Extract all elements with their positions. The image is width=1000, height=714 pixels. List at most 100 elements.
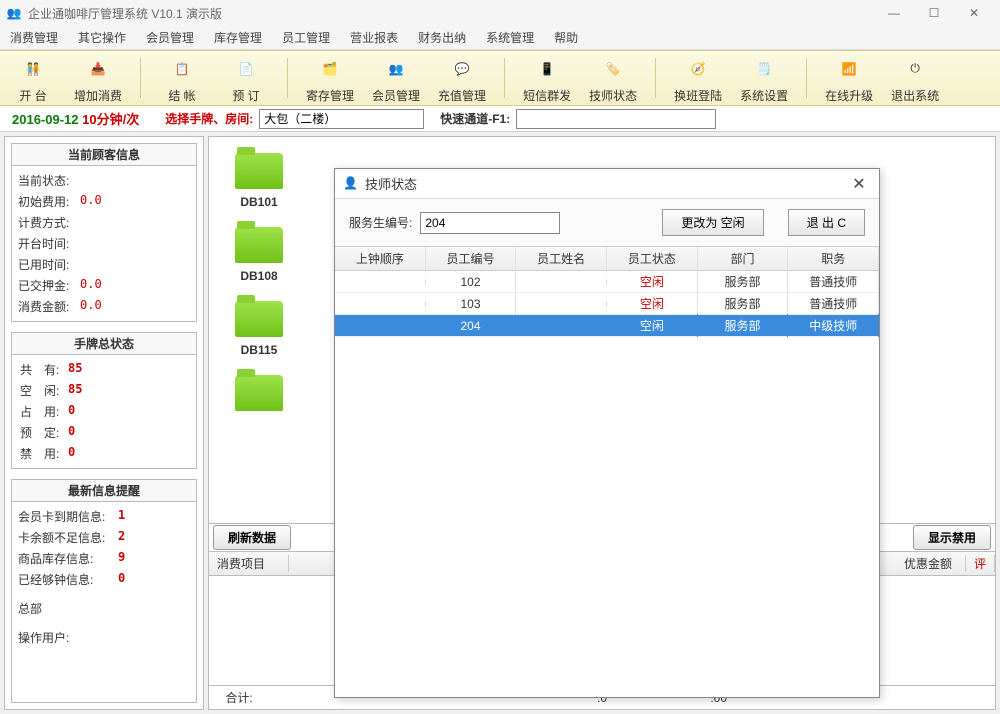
tool-button[interactable]: 💬 充值管理 (438, 53, 486, 104)
filter-row: 2016-09-12 10分钟/次 选择手牌、房间: 快速通道-F1: (0, 106, 1000, 132)
refresh-button[interactable]: 刷新数据 (213, 525, 291, 550)
folder-icon (235, 301, 283, 337)
tool-icon: 📋 (166, 53, 198, 85)
table-col: 部门 (698, 247, 789, 270)
left-panel: 当前顾客信息 当前状态:初始费用:0.0计费方式:开台时间:已用时间:已交押金:… (4, 136, 204, 710)
tool-icon: 💬 (446, 53, 478, 85)
dialog-icon: 👤 (343, 176, 359, 192)
table-col: 员工状态 (607, 247, 698, 270)
room-folder[interactable]: DB115 (229, 301, 289, 357)
menu-item[interactable]: 库存管理 (210, 27, 266, 48)
tool-button[interactable]: 🏷️ 技师状态 (589, 53, 637, 104)
tool-button[interactable]: 🗒️ 系统设置 (740, 53, 788, 104)
guest-info-title: 当前顾客信息 (12, 144, 196, 166)
waiter-id-label: 服务生编号: (349, 214, 412, 231)
folder-icon (235, 153, 283, 189)
window-title: 企业通咖啡厅管理系统 V10.1 演示版 (28, 5, 874, 22)
tool-button[interactable]: ⏻ 退出系统 (891, 53, 939, 104)
col-review: 评 (966, 555, 995, 572)
folder-icon (235, 375, 283, 411)
room-select[interactable] (259, 109, 424, 129)
dialog-close-button[interactable]: ✕ (847, 172, 871, 196)
technician-table: 上钟顺序员工编号员工姓名员工状态部门职务 102空闲服务部普通技师103空闲服务… (335, 247, 879, 697)
change-to-idle-button[interactable]: 更改为 空闲 (662, 209, 763, 236)
status-panel: 手牌总状态 共有:85空闲:85占用:0预定:0禁用:0 (11, 332, 197, 469)
tool-button[interactable]: 👥会员管理 (372, 53, 420, 104)
tool-label: 系统设置 (740, 87, 788, 104)
guest-info-row: 开台时间: (18, 233, 190, 254)
guest-info-row: 当前状态: (18, 170, 190, 191)
tool-button[interactable]: 🗂️ 寄存管理 (306, 53, 354, 104)
tool-icon: 👥 (380, 53, 412, 85)
tool-button[interactable]: 📥增加消费 (74, 53, 122, 104)
window-titlebar: 👥 企业通咖啡厅管理系统 V10.1 演示版 — ☐ ✕ (0, 0, 1000, 26)
alert-row: 已经够钟信息:0 (18, 569, 190, 590)
quick-channel-input[interactable] (516, 109, 716, 129)
tool-label: 技师状态 (589, 87, 637, 104)
table-row[interactable]: 102空闲服务部普通技师 (335, 271, 879, 293)
folder-icon (235, 227, 283, 263)
room-select-label: 选择手牌、房间: (165, 110, 253, 127)
tool-button[interactable]: 📋 结 帐 (159, 53, 205, 104)
dialog-title: 技师状态 (365, 174, 847, 193)
folder-label: DB101 (240, 195, 277, 209)
alert-panel-title: 最新信息提醒 (12, 480, 196, 502)
alert-row: 商品库存信息:9 (18, 548, 190, 569)
room-folder[interactable]: DB101 (229, 153, 289, 209)
tool-icon: 📶 (833, 53, 865, 85)
tool-button[interactable]: 🧭换班登陆 (674, 53, 722, 104)
menu-item[interactable]: 系统管理 (482, 27, 538, 48)
menu-item[interactable]: 其它操作 (74, 27, 130, 48)
show-disabled-button[interactable]: 显示禁用 (913, 525, 991, 550)
tool-label: 在线升级 (825, 87, 873, 104)
technician-status-dialog: 👤 技师状态 ✕ 服务生编号: 更改为 空闲 退 出 C 上钟顺序员工编号员工姓… (334, 168, 880, 698)
maximize-button[interactable]: ☐ (914, 1, 954, 25)
tool-button[interactable]: 📄 预 订 (223, 53, 269, 104)
technician-table-header: 上钟顺序员工编号员工姓名员工状态部门职务 (335, 247, 879, 271)
tool-button[interactable]: 📶 在线升级 (825, 53, 873, 104)
dialog-titlebar: 👤 技师状态 ✕ (335, 169, 879, 199)
tool-label: 预 订 (232, 87, 259, 104)
tool-label: 短信群发 (523, 87, 571, 104)
tool-icon: 📄 (230, 53, 262, 85)
guest-info-row: 消费金额:0.0 (18, 296, 190, 317)
waiter-id-input[interactable] (420, 212, 560, 234)
minimize-button[interactable]: — (874, 1, 914, 25)
room-folder[interactable] (229, 375, 289, 417)
tool-icon: 🧭 (682, 53, 714, 85)
tool-label: 寄存管理 (306, 87, 354, 104)
guest-info-row: 已交押金:0.0 (18, 275, 190, 296)
menu-item[interactable]: 财务出纳 (414, 27, 470, 48)
app-icon: 👥 (6, 5, 22, 21)
guest-info-panel: 当前顾客信息 当前状态:初始费用:0.0计费方式:开台时间:已用时间:已交押金:… (11, 143, 197, 322)
tool-label: 结 帐 (168, 87, 195, 104)
tool-icon: 🗂️ (314, 53, 346, 85)
tool-icon: 📥 (82, 53, 114, 85)
tool-button[interactable]: 🧑‍🤝‍🧑开 台 (10, 53, 56, 104)
tool-icon: ⏻ (899, 53, 931, 85)
tool-button[interactable]: 📱短信群发 (523, 53, 571, 104)
menu-item[interactable]: 帮助 (550, 27, 582, 48)
menu-item[interactable]: 员工管理 (278, 27, 334, 48)
main-toolbar: 🧑‍🤝‍🧑开 台 📥增加消费 📋 结 帐 📄 预 订 🗂️ 寄存管理 👥会员管理 💬 充值管理 📱短信… (0, 50, 1000, 106)
exit-button[interactable]: 退 出 C (788, 209, 865, 236)
col-discount: 优惠金额 (896, 555, 966, 572)
table-col: 职务 (788, 247, 879, 270)
status-panel-title: 手牌总状态 (12, 333, 196, 355)
room-folder[interactable]: DB108 (229, 227, 289, 283)
quick-channel-label: 快速通道-F1: (440, 110, 510, 127)
menu-item[interactable]: 营业报表 (346, 27, 402, 48)
tool-label: 充值管理 (438, 87, 486, 104)
tool-label: 退出系统 (891, 87, 939, 104)
table-col: 上钟顺序 (335, 247, 426, 270)
menu-item[interactable]: 消费管理 (6, 27, 62, 48)
menu-item[interactable]: 会员管理 (142, 27, 198, 48)
tool-label: 开 台 (19, 87, 46, 104)
close-button[interactable]: ✕ (954, 1, 994, 25)
tool-icon: 🗒️ (748, 53, 780, 85)
tool-icon: 🏷️ (597, 53, 629, 85)
guest-info-row: 计费方式: (18, 212, 190, 233)
alert-panel: 最新信息提醒 会员卡到期信息:1卡余额不足信息:2商品库存信息:9已经够钟信息:… (11, 479, 197, 703)
table-row[interactable]: 204空闲服务部中级技师 (335, 315, 879, 337)
table-row[interactable]: 103空闲服务部普通技师 (335, 293, 879, 315)
